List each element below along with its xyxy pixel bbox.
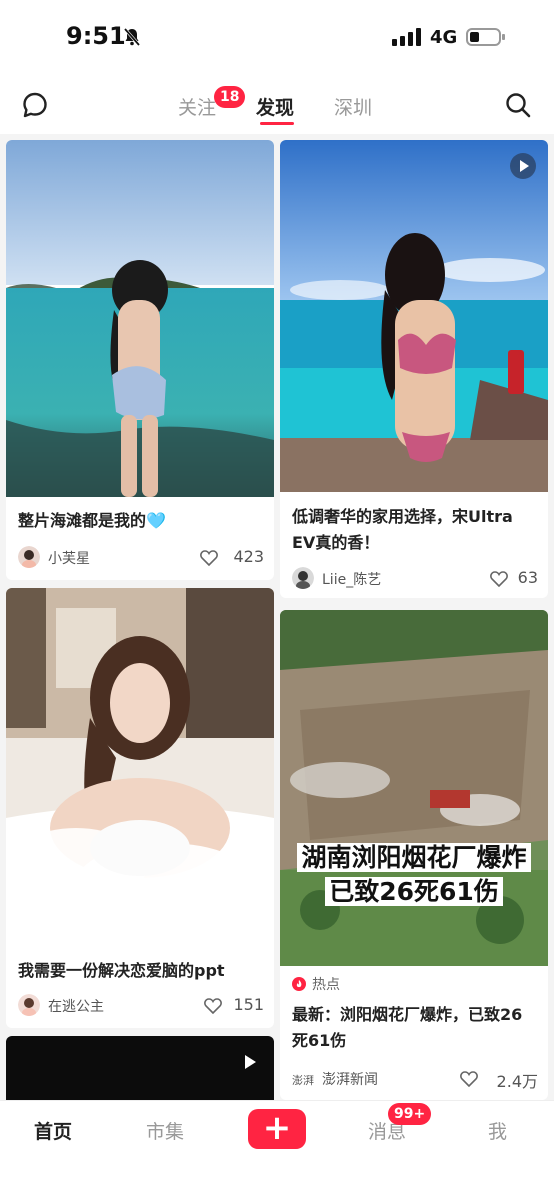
tab-follow[interactable]: 关注 [178,93,216,120]
feed-card[interactable]: 低调奢华的家用选择，宋Ultra EV真的香！ Liie_陈艺 63 [280,140,548,598]
video-play-icon [245,1055,256,1069]
signal-icon [392,28,421,46]
author-name[interactable]: Liie_陈艺 [322,569,381,589]
like-count: 63 [517,568,538,587]
card-meta: 小芙星 423 [18,545,264,569]
card-image [280,140,548,492]
heart-icon[interactable] [490,571,508,587]
search-icon[interactable] [504,91,532,119]
image-headline-line2: 已致26死61伤 [280,872,548,908]
avatar[interactable] [18,994,40,1016]
status-bar: 9:51 4G [0,0,554,76]
author-name[interactable]: 澎湃新闻 [322,1069,378,1089]
like-count: 2.4万 [496,1072,538,1091]
heart-icon[interactable] [204,998,222,1014]
avatar[interactable] [292,567,314,589]
card-image [6,140,274,497]
tab-city[interactable]: 深圳 [334,93,372,120]
nav-me[interactable]: 我 [488,1117,507,1144]
network-type: 4G [430,27,458,48]
chat-bubble-icon[interactable] [20,90,50,120]
follow-badge: 18 [214,86,246,108]
heart-icon[interactable] [200,550,218,566]
bottom-nav: 首页 市集 + 消息 99+ 我 [0,1100,554,1200]
mute-bell-icon [123,28,141,46]
image-headline-line1: 湖南浏阳烟花厂爆炸 [280,838,548,874]
card-title: 最新：浏阳烟花厂爆炸，已致26死61伤 [292,1005,523,1050]
nav-market[interactable]: 市集 [146,1117,184,1144]
like-count: 151 [233,995,264,1014]
feed-card[interactable] [6,1036,274,1100]
card-meta: Liie_陈艺 63 [292,566,538,590]
card-title: 整片海滩都是我的🩵 [18,511,166,530]
card-meta: 在逃公主 151 [18,993,264,1017]
author-name[interactable]: 在逃公主 [48,996,104,1016]
tab-discover[interactable]: 发现 [256,93,294,120]
top-nav: 关注 18 发现 深圳 [0,76,554,134]
feed-card[interactable]: 我需要一份解决恋爱脑的ppt 在逃公主 151 [6,588,274,1028]
heart-icon[interactable] [460,1071,478,1087]
feed-card[interactable]: 整片海滩都是我的🩵 小芙星 423 [6,140,274,580]
like-count: 423 [233,547,264,566]
author-name[interactable]: 小芙星 [48,548,90,568]
fire-icon [292,977,306,991]
avatar[interactable] [18,546,40,568]
nav-home[interactable]: 首页 [34,1117,72,1144]
video-play-icon [510,153,536,179]
card-title: 低调奢华的家用选择，宋Ultra EV真的香！ [292,507,513,552]
card-image [6,588,274,944]
hot-tag-label: 热点 [312,977,340,993]
messages-badge: 99+ [388,1103,432,1125]
card-image [280,610,548,966]
battery-icon [466,28,505,46]
status-time: 9:51 [66,22,126,50]
feed-card[interactable]: 湖南浏阳烟花厂爆炸 已致26死61伤 热点 最新：浏阳烟花厂爆炸，已致26死61… [280,610,548,1100]
news-source-logo: 澎湃 [292,1074,314,1087]
add-post-button[interactable]: + [248,1109,306,1149]
active-tab-indicator [260,122,294,125]
card-title: 我需要一份解决恋爱脑的ppt [18,961,225,980]
card-meta: 澎湃 澎湃新闻 2.4万 [292,1066,538,1091]
